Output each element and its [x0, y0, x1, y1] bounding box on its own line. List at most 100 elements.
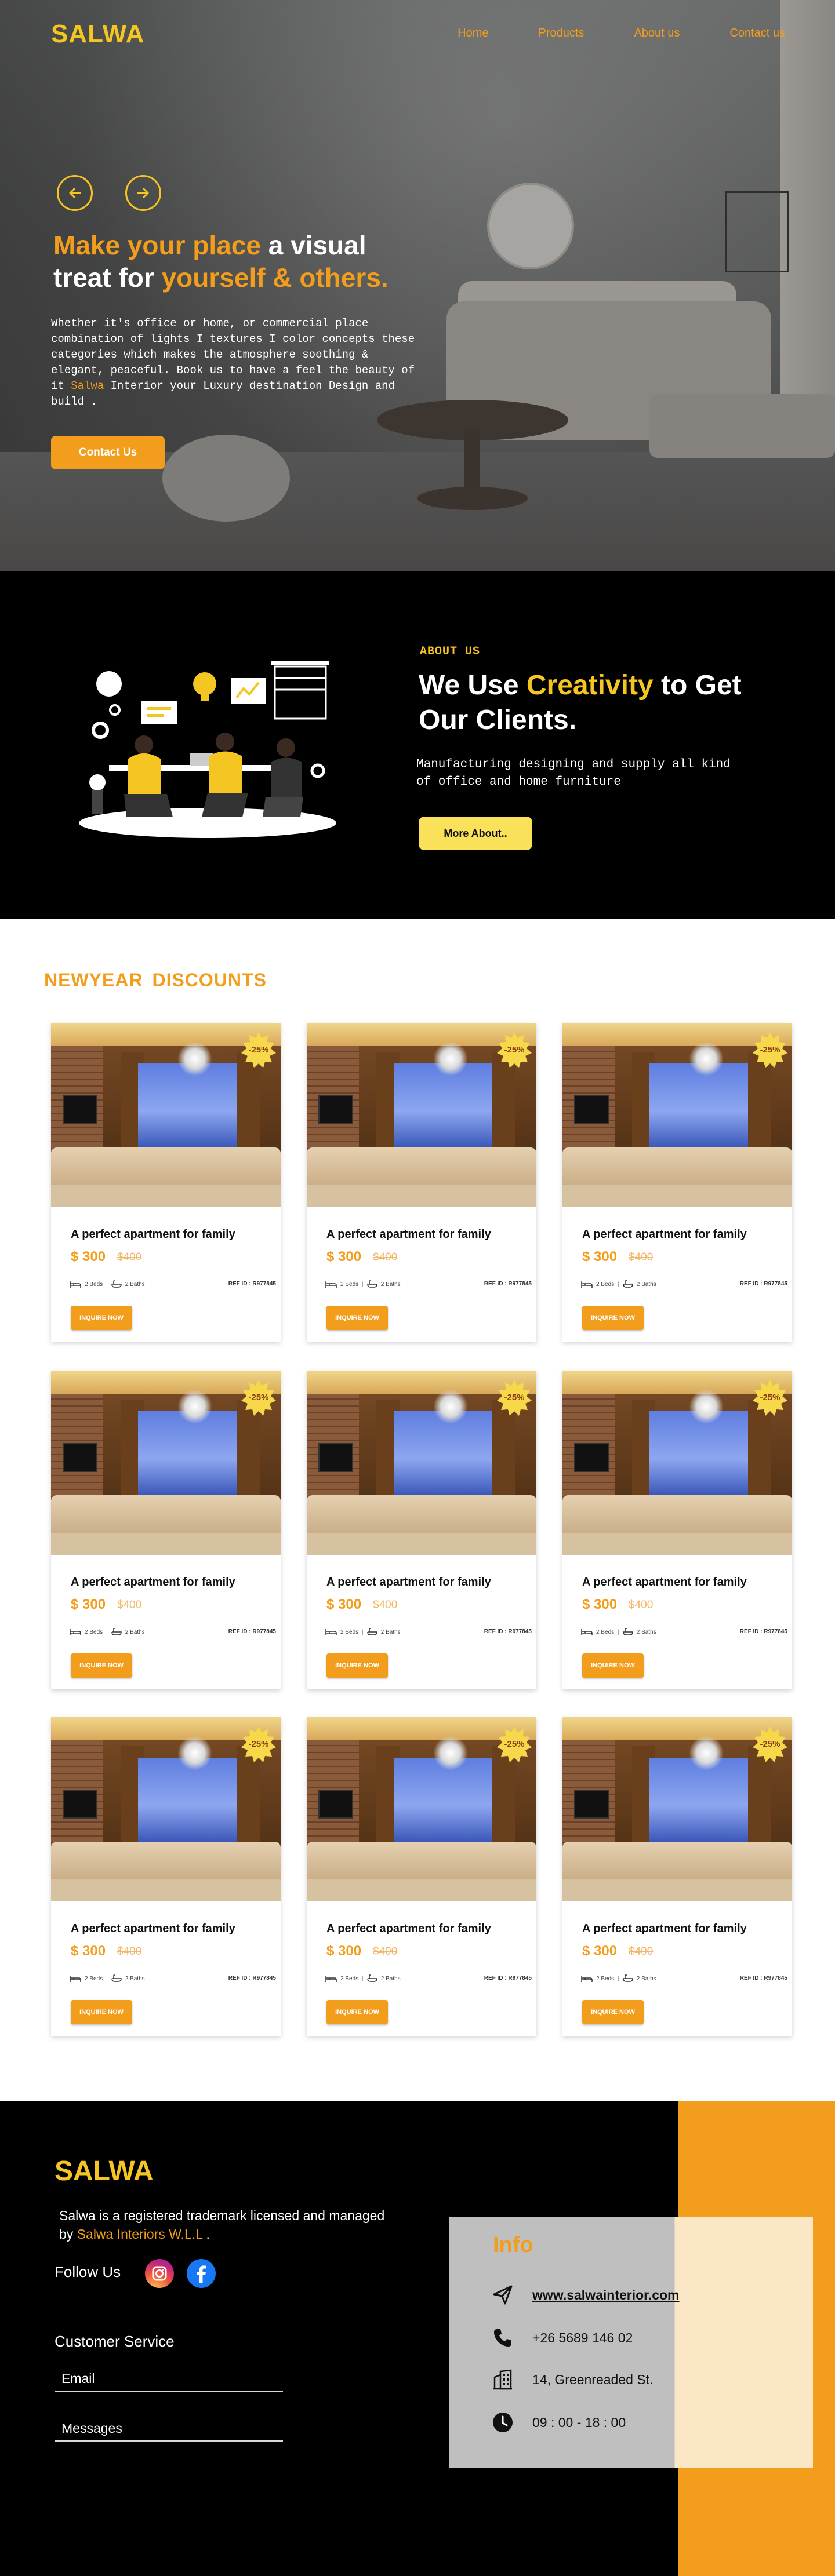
discount-badge: -25% [752, 1379, 789, 1416]
team-meeting-illustration [79, 661, 336, 838]
hero-title-highlight-2: yourself & others. [161, 263, 389, 293]
product-baths: 2 Baths [636, 1975, 656, 1982]
product-price: $ 300 [71, 1249, 106, 1265]
product-image: -25% [307, 1023, 536, 1207]
hero-shelf [725, 191, 789, 272]
arrow-right-icon [137, 188, 149, 198]
footer-description-brand: Salwa Interiors W.L.L [77, 2227, 203, 2242]
website-link[interactable]: www.salwainterior.com [532, 2287, 680, 2303]
product-baths: 2 Baths [380, 1975, 401, 1982]
product-baths: 2 Baths [125, 1975, 145, 1982]
product-card[interactable]: -25% A perfect apartment for family $ 300 $… [562, 1371, 792, 1689]
product-specs: 2 Beds | 2 Baths [70, 1280, 145, 1288]
contact-us-button[interactable]: Contact Us [51, 436, 165, 469]
about-title: We Use Creativity to Get Our Clients. [419, 668, 778, 738]
hero-table-base [418, 487, 528, 510]
instagram-icon[interactable] [145, 2259, 174, 2288]
discount-badge-text: -25% [504, 1044, 525, 1055]
messages-field[interactable]: Messages [55, 2417, 283, 2442]
product-old-price: $400 [629, 1945, 654, 1958]
product-card[interactable]: -25% A perfect apartment for family $ 300 $… [307, 1717, 536, 2036]
bath-icon [111, 1974, 122, 1982]
product-old-price: $400 [373, 1599, 398, 1611]
nav-about-us[interactable]: About us [634, 27, 680, 40]
product-ref-id: REF ID : R977845 [484, 1975, 532, 1981]
product-card[interactable]: -25% A perfect apartment for family $ 300 $… [307, 1023, 536, 1342]
inquire-now-button[interactable]: INQUIRE NOW [326, 1306, 388, 1330]
hero-pouf [162, 435, 290, 522]
bath-icon [623, 1974, 633, 1982]
discounts-section: NEWYEAR DISCOUNTS -25% A perfect apartmen… [0, 919, 835, 2101]
product-beds: 2 Beds [340, 1975, 359, 1982]
discount-badge: -25% [496, 1031, 533, 1068]
hero-arrows [57, 175, 161, 211]
product-beds: 2 Beds [340, 1281, 359, 1288]
site-logo[interactable]: SALWA [51, 20, 144, 49]
hero-section: SALWA Home Products About us Contact us … [0, 0, 835, 571]
discount-badge: -25% [496, 1725, 533, 1762]
product-card[interactable]: -25% A perfect apartment for family $ 300 $… [51, 1717, 281, 2036]
product-title: A perfect apartment for family [71, 1576, 235, 1588]
product-card[interactable]: -25% A perfect apartment for family $ 300 $… [562, 1023, 792, 1342]
inquire-now-button[interactable]: INQUIRE NOW [71, 2000, 132, 2024]
facebook-icon[interactable] [187, 2259, 216, 2288]
inquire-now-button[interactable]: INQUIRE NOW [326, 2000, 388, 2024]
inquire-now-button[interactable]: INQUIRE NOW [71, 1306, 132, 1330]
product-image: -25% [562, 1023, 792, 1207]
follow-us-label: Follow Us [55, 2263, 121, 2280]
product-old-price: $400 [117, 1945, 142, 1958]
nav-home[interactable]: Home [458, 27, 488, 40]
about-title-part1: We Use [419, 670, 527, 701]
product-image: -25% [307, 1371, 536, 1555]
more-about-button[interactable]: More About.. [419, 817, 532, 850]
product-beds: 2 Beds [596, 1281, 615, 1288]
nav-links: Home Products About us Contact us [458, 27, 785, 40]
nav-products[interactable]: Products [539, 27, 584, 40]
prev-slide-button[interactable] [57, 175, 93, 211]
inquire-now-button[interactable]: INQUIRE NOW [71, 1653, 132, 1678]
bed-icon [325, 1281, 337, 1288]
product-specs: 2 Beds | 2 Baths [70, 1628, 145, 1636]
product-card[interactable]: -25% A perfect apartment for family $ 300 $… [51, 1023, 281, 1342]
clock-icon [489, 2409, 516, 2436]
product-baths: 2 Baths [380, 1628, 401, 1635]
product-image: -25% [562, 1717, 792, 1901]
info-box: Info www.salwainterior.com +26 5689 146 … [449, 2217, 813, 2468]
inquire-now-button[interactable]: INQUIRE NOW [582, 1306, 644, 1330]
product-ref-id: REF ID : R977845 [228, 1975, 276, 1981]
inquire-now-button[interactable]: INQUIRE NOW [326, 1653, 388, 1678]
product-price: $ 300 [326, 1943, 362, 1959]
discount-badge-text: -25% [760, 1392, 780, 1402]
bed-icon [325, 1629, 337, 1635]
inquire-now-button[interactable]: INQUIRE NOW [582, 2000, 644, 2024]
hero-description-brand: Salwa [71, 380, 104, 392]
product-baths: 2 Baths [636, 1281, 656, 1288]
next-slide-button[interactable] [125, 175, 161, 211]
product-price: $ 300 [582, 1249, 618, 1265]
product-ref-id: REF ID : R977845 [739, 1975, 787, 1981]
product-specs: 2 Beds | 2 Baths [325, 1280, 401, 1288]
inquire-now-button[interactable]: INQUIRE NOW [582, 1653, 644, 1678]
footer-description: Salwa is a registered trademark licensed… [59, 2206, 395, 2243]
product-title: A perfect apartment for family [71, 1228, 235, 1241]
product-beds: 2 Beds [596, 1975, 615, 1982]
nav-contact-us[interactable]: Contact us [729, 27, 785, 40]
product-image: -25% [51, 1371, 281, 1555]
product-ref-id: REF ID : R977845 [228, 1628, 276, 1635]
discount-badge-text: -25% [504, 1739, 525, 1749]
address: 14, Greenreaded St. [532, 2371, 654, 2387]
product-beds: 2 Beds [596, 1628, 615, 1635]
discount-badge: -25% [752, 1031, 789, 1068]
instagram-glyph [152, 2266, 167, 2281]
product-card[interactable]: -25% A perfect apartment for family $ 300 $… [307, 1371, 536, 1689]
product-specs: 2 Beds | 2 Baths [581, 1628, 656, 1636]
product-ref-id: REF ID : R977845 [739, 1281, 787, 1287]
bath-icon [367, 1280, 377, 1288]
hero-title-highlight-1: Make your place [53, 230, 261, 260]
email-field[interactable]: Email [55, 2367, 283, 2392]
product-card[interactable]: -25% A perfect apartment for family $ 300 $… [562, 1717, 792, 2036]
product-price: $ 300 [326, 1597, 362, 1612]
product-card[interactable]: -25% A perfect apartment for family $ 300 $… [51, 1371, 281, 1689]
bath-icon [367, 1628, 377, 1635]
business-hours: 09 : 00 - 18 : 00 [532, 2414, 626, 2430]
